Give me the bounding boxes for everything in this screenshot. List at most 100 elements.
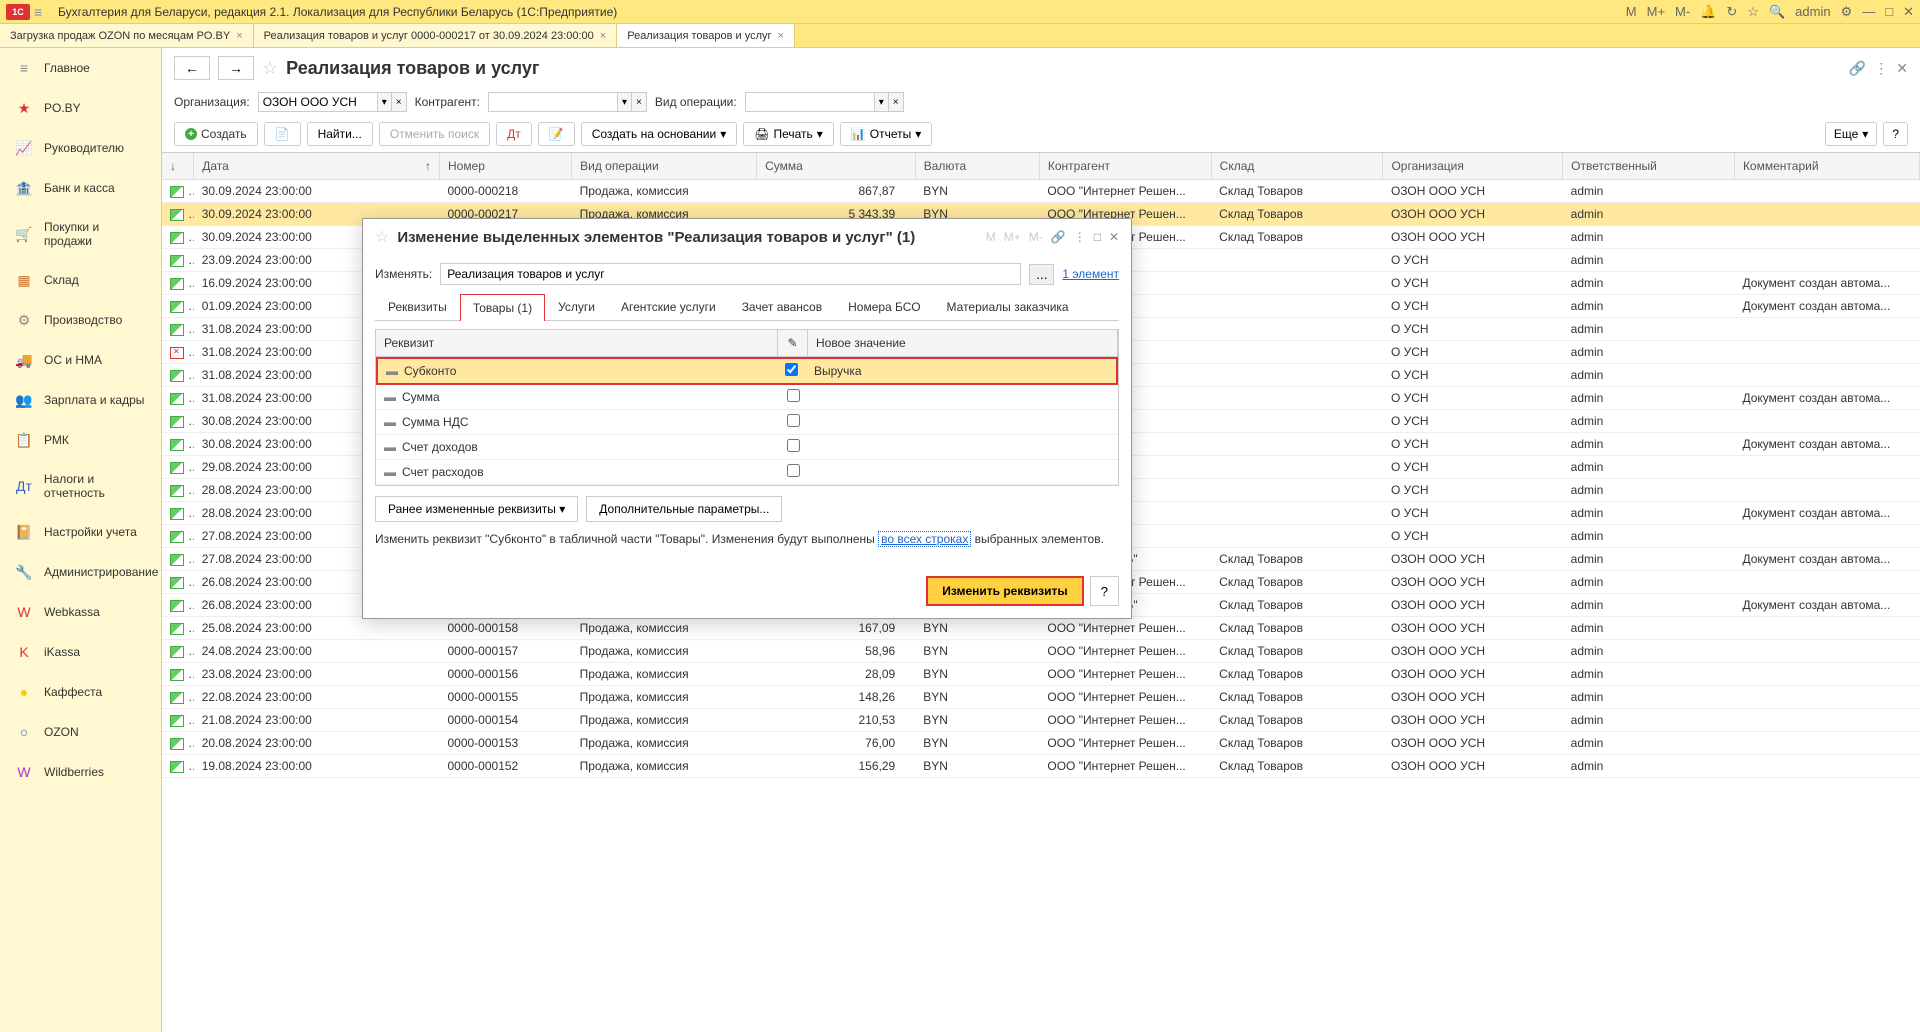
dialog-tab-1[interactable]: Товары (1) bbox=[460, 294, 545, 321]
close-icon[interactable]: ✕ bbox=[1903, 4, 1914, 20]
change-input[interactable] bbox=[440, 263, 1021, 285]
dialog-tab-3[interactable]: Агентские услуги bbox=[608, 293, 729, 320]
dialog-grid-row[interactable]: ▬Сумма НДС bbox=[376, 410, 1118, 435]
col-op-header[interactable]: Вид операции bbox=[572, 153, 757, 180]
col-comment-header[interactable]: Комментарий bbox=[1734, 153, 1919, 180]
page-close-icon[interactable]: ✕ bbox=[1896, 60, 1908, 77]
dialog-maximize-icon[interactable]: □ bbox=[1094, 230, 1101, 244]
sidebar-item-11[interactable]: 📔Настройки учета bbox=[0, 512, 161, 552]
rekvizit-value[interactable]: Выручка bbox=[806, 360, 1116, 382]
op-clear-button[interactable]: × bbox=[889, 92, 904, 112]
maximize-icon[interactable]: □ bbox=[1885, 4, 1893, 19]
minimize-icon[interactable]: — bbox=[1862, 4, 1875, 19]
dialog-tab-5[interactable]: Номера БСО bbox=[835, 293, 933, 320]
org-input[interactable] bbox=[258, 92, 378, 112]
rekvizit-checkbox[interactable] bbox=[787, 389, 800, 402]
org-dropdown-button[interactable]: ▾ bbox=[378, 92, 392, 112]
sidebar-item-6[interactable]: ⚙Производство bbox=[0, 300, 161, 340]
find-button[interactable]: Найти... bbox=[307, 122, 373, 146]
dialog-star-icon[interactable]: ☆ bbox=[375, 227, 389, 247]
col-sum-header[interactable]: Сумма bbox=[757, 153, 916, 180]
op-dropdown-button[interactable]: ▾ bbox=[875, 92, 889, 112]
copy-button[interactable]: 📄 bbox=[264, 122, 301, 146]
tab-close-icon[interactable]: × bbox=[778, 30, 784, 42]
tab-1[interactable]: Реализация товаров и услуг 0000-000217 о… bbox=[254, 24, 618, 47]
sidebar-item-8[interactable]: 👥Зарплата и кадры bbox=[0, 380, 161, 420]
info-link[interactable]: во всех строках bbox=[878, 531, 971, 547]
help-button[interactable]: ? bbox=[1883, 122, 1908, 146]
tab-close-icon[interactable]: × bbox=[236, 30, 242, 42]
nav-forward-button[interactable]: → bbox=[218, 56, 254, 80]
sidebar-item-13[interactable]: WWebkassa bbox=[0, 592, 161, 632]
dialog-mminus[interactable]: M- bbox=[1029, 230, 1043, 244]
col-org-header[interactable]: Организация bbox=[1383, 153, 1563, 180]
col-contr-header[interactable]: Контрагент bbox=[1039, 153, 1211, 180]
history-icon[interactable]: ↻ bbox=[1726, 4, 1737, 20]
table-row[interactable]: 25.08.2024 23:00:000000-000158Продажа, к… bbox=[162, 617, 1920, 640]
col-date-header[interactable]: Дата ↑ bbox=[194, 153, 440, 180]
contr-clear-button[interactable]: × bbox=[632, 92, 647, 112]
rekvizit-checkbox[interactable] bbox=[785, 363, 798, 376]
change-ellipsis-button[interactable]: ... bbox=[1029, 264, 1054, 285]
dialog-grid-row[interactable]: ▬Сумма bbox=[376, 385, 1118, 410]
sidebar-item-0[interactable]: ≡Главное bbox=[0, 48, 161, 88]
dialog-tab-4[interactable]: Зачет авансов bbox=[729, 293, 835, 320]
table-row[interactable]: 23.08.2024 23:00:000000-000156Продажа, к… bbox=[162, 663, 1920, 686]
sidebar-item-5[interactable]: ▦Склад bbox=[0, 260, 161, 300]
dialog-grid-row[interactable]: ▬Счет расходов bbox=[376, 460, 1118, 485]
dialog-tab-6[interactable]: Материалы заказчика bbox=[934, 293, 1082, 320]
contr-dropdown-button[interactable]: ▾ bbox=[618, 92, 632, 112]
nav-back-button[interactable]: ← bbox=[174, 56, 210, 80]
sidebar-item-15[interactable]: ●Каффеста bbox=[0, 672, 161, 712]
op-input[interactable] bbox=[745, 92, 875, 112]
sidebar-item-4[interactable]: 🛒Покупки и продажи bbox=[0, 208, 161, 260]
sidebar-item-17[interactable]: WWildberries bbox=[0, 752, 161, 792]
reports-button[interactable]: 📊 Отчеты ▾ bbox=[840, 122, 932, 146]
count-link[interactable]: 1 элемент bbox=[1062, 267, 1119, 281]
rekvizit-value[interactable] bbox=[808, 418, 1118, 426]
prev-changed-button[interactable]: Ранее измененные реквизиты ▾ bbox=[375, 496, 578, 522]
table-row[interactable]: 22.08.2024 23:00:000000-000155Продажа, к… bbox=[162, 686, 1920, 709]
col-skl-header[interactable]: Склад bbox=[1211, 153, 1383, 180]
user-label[interactable]: admin bbox=[1795, 4, 1830, 19]
print-button[interactable]: 🖨 Печать ▾ bbox=[743, 122, 834, 146]
tab-2[interactable]: Реализация товаров и услуг× bbox=[617, 24, 795, 47]
sidebar-item-12[interactable]: 🔧Администрирование bbox=[0, 552, 161, 592]
link-icon[interactable]: 🔗 bbox=[1849, 60, 1866, 77]
table-row[interactable]: 30.09.2024 23:00:000000-000218Продажа, к… bbox=[162, 180, 1920, 203]
table-row[interactable]: 19.08.2024 23:00:000000-000152Продажа, к… bbox=[162, 755, 1920, 778]
dialog-tab-2[interactable]: Услуги bbox=[545, 293, 608, 320]
settings-icon[interactable]: ⚙ bbox=[1841, 4, 1853, 20]
dialog-kebab-icon[interactable]: ⋮ bbox=[1074, 230, 1086, 244]
sidebar-item-16[interactable]: ○OZON bbox=[0, 712, 161, 752]
mminus-indicator[interactable]: M- bbox=[1675, 4, 1690, 19]
dialog-grid-row[interactable]: ▬СубконтоВыручка bbox=[376, 357, 1118, 385]
table-row[interactable]: 24.08.2024 23:00:000000-000157Продажа, к… bbox=[162, 640, 1920, 663]
sidebar-item-1[interactable]: ★PO.BY bbox=[0, 88, 161, 128]
rekvizit-checkbox[interactable] bbox=[787, 464, 800, 477]
create-based-button[interactable]: Создать на основании ▾ bbox=[581, 122, 738, 146]
sidebar-item-3[interactable]: 🏦Банк и касса bbox=[0, 168, 161, 208]
mplus-indicator[interactable]: M+ bbox=[1647, 4, 1665, 19]
grid-header-newval[interactable]: Новое значение bbox=[808, 330, 1118, 356]
dk-button[interactable]: Дт bbox=[496, 122, 532, 146]
cancel-find-button[interactable]: Отменить поиск bbox=[379, 122, 490, 146]
dialog-grid-row[interactable]: ▬Счет доходов bbox=[376, 435, 1118, 460]
sidebar-item-2[interactable]: 📈Руководителю bbox=[0, 128, 161, 168]
dialog-close-icon[interactable]: ✕ bbox=[1109, 230, 1119, 244]
edit-button[interactable]: 📝 bbox=[538, 122, 575, 146]
sidebar-item-9[interactable]: 📋РМК bbox=[0, 420, 161, 460]
tab-close-icon[interactable]: × bbox=[600, 30, 606, 42]
grid-header-edit-icon[interactable]: ✎ bbox=[778, 330, 808, 356]
grid-header-rekvizit[interactable]: Реквизит bbox=[376, 330, 778, 356]
sidebar-item-14[interactable]: KiKassa bbox=[0, 632, 161, 672]
m-indicator[interactable]: M bbox=[1626, 4, 1637, 19]
submit-button[interactable]: Изменить реквизиты bbox=[926, 576, 1083, 606]
dialog-m[interactable]: M bbox=[986, 230, 996, 244]
contr-input[interactable] bbox=[488, 92, 618, 112]
rekvizit-value[interactable] bbox=[808, 468, 1118, 476]
col-resp-header[interactable]: Ответственный bbox=[1563, 153, 1735, 180]
dialog-help-button[interactable]: ? bbox=[1090, 576, 1119, 606]
extra-params-button[interactable]: Дополнительные параметры... bbox=[586, 496, 782, 522]
favorite-star-icon[interactable]: ☆ bbox=[262, 58, 278, 79]
